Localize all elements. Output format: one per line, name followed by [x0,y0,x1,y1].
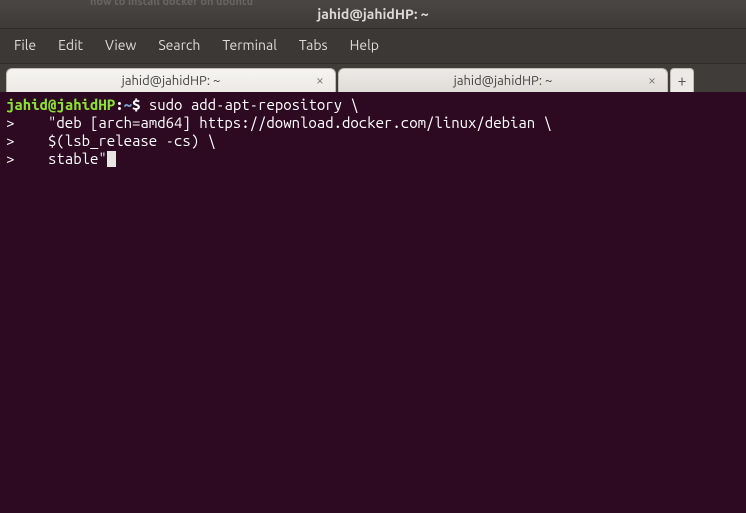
menubar: File Edit View Search Terminal Tabs Help [0,29,746,64]
menu-file[interactable]: File [4,33,46,57]
menu-terminal[interactable]: Terminal [212,33,287,57]
tab-2-label: jahid@jahidHP: ~ [454,74,553,88]
menu-search[interactable]: Search [148,33,210,57]
background-hint: how to install docker on ubuntu [90,0,253,8]
prompt-path: ~ [124,96,132,113]
tab-2-close-icon[interactable]: × [645,73,659,87]
line-3: > $(lsb_release -cs) \ [6,132,216,149]
terminal-window: how to install docker on ubuntu jahid@ja… [0,0,746,513]
line-2: > "deb [arch=amd64] https://download.doc… [6,114,552,131]
tab-2[interactable]: jahid@jahidHP: ~ × [338,68,668,92]
menu-help[interactable]: Help [340,33,389,57]
terminal-body[interactable]: jahid@jahidHP:~$ sudo add-apt-repository… [0,92,746,513]
tab-1-close-icon[interactable]: × [313,73,327,87]
plus-icon: + [677,72,686,90]
prompt-colon: : [115,96,123,113]
menu-tabs[interactable]: Tabs [289,33,338,57]
window-title: jahid@jahidHP: ~ [317,6,428,22]
window-titlebar: how to install docker on ubuntu jahid@ja… [0,0,746,29]
prompt-host: jahidHP [56,96,115,113]
tabbar: jahid@jahidHP: ~ × jahid@jahidHP: ~ × + [0,64,746,92]
cursor-block [107,151,116,167]
line-4: > stable" [6,150,107,167]
tab-1-label: jahid@jahidHP: ~ [122,74,221,88]
tab-1[interactable]: jahid@jahidHP: ~ × [6,68,336,92]
menu-edit[interactable]: Edit [48,33,93,57]
prompt-user: jahid [6,96,48,113]
tab-add-button[interactable]: + [670,68,694,92]
line-1-command: sudo add-apt-repository \ [140,96,358,113]
menu-view[interactable]: View [95,33,146,57]
